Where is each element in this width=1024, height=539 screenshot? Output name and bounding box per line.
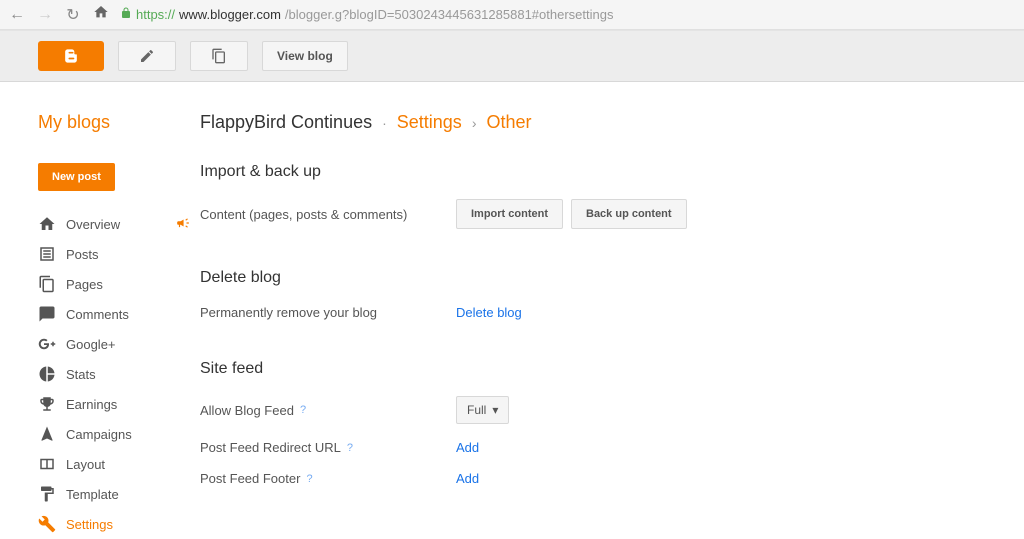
top-toolbar: View blog xyxy=(0,30,1024,82)
my-blogs-link[interactable]: My blogs xyxy=(38,112,200,133)
section-title: Delete blog xyxy=(200,269,984,287)
sidebar-item-label: Overview xyxy=(66,217,120,232)
announce-icon xyxy=(176,216,190,233)
earnings-icon xyxy=(38,395,56,413)
sidebar-item-label: Google+ xyxy=(66,337,116,352)
sidebar-item-label: Earnings xyxy=(66,397,117,412)
redirect-url-add-link[interactable]: Add xyxy=(456,440,479,455)
forward-button[interactable]: → xyxy=(36,6,54,24)
layout-icon xyxy=(38,455,56,473)
back-button[interactable]: ← xyxy=(8,6,26,24)
reload-button[interactable]: ↻ xyxy=(64,5,82,25)
google-plus-icon xyxy=(38,335,56,353)
stats-icon xyxy=(38,365,56,383)
breadcrumb-blog-name: FlappyBird Continues xyxy=(200,112,372,133)
sidebar-item-label: Pages xyxy=(66,277,103,292)
content: Import & back up Content (pages, posts &… xyxy=(200,133,1024,539)
browser-bar: ← → ↻ https:// www.blogger.com/blogger.g?… xyxy=(0,0,1024,30)
delete-label: Permanently remove your blog xyxy=(200,305,456,320)
import-content-button[interactable]: Import content xyxy=(456,199,563,229)
url-bar[interactable]: https:// www.blogger.com/blogger.g?blogID… xyxy=(120,7,1016,22)
sidebar-item-label: Campaigns xyxy=(66,427,132,442)
section-title: Import & back up xyxy=(200,163,984,181)
sidebar: New post Overview Posts Pages Comments xyxy=(0,133,200,539)
home-button[interactable] xyxy=(92,4,110,25)
feed-footer-add-link[interactable]: Add xyxy=(456,471,479,486)
redirect-url-label: Post Feed Redirect URL xyxy=(200,440,341,455)
sidebar-item-label: Settings xyxy=(66,517,113,532)
settings-icon xyxy=(38,515,56,533)
lock-icon xyxy=(120,7,132,22)
sidebar-item-label: Comments xyxy=(66,307,129,322)
sidebar-item-label: Posts xyxy=(66,247,99,262)
posts-list-button[interactable] xyxy=(190,41,248,71)
section-import-backup: Import & back up Content (pages, posts &… xyxy=(200,163,984,229)
section-delete-blog: Delete blog Permanently remove your blog… xyxy=(200,269,984,320)
allow-feed-label: Allow Blog Feed xyxy=(200,403,294,418)
feed-footer-label: Post Feed Footer xyxy=(200,471,300,486)
sidebar-item-overview[interactable]: Overview xyxy=(38,209,200,239)
chevron-down-icon: ▾ xyxy=(492,403,498,417)
content-label: Content (pages, posts & comments) xyxy=(200,207,456,222)
sidebar-item-stats[interactable]: Stats xyxy=(38,359,200,389)
posts-icon xyxy=(38,245,56,263)
breadcrumb: FlappyBird Continues · Settings › Other xyxy=(200,112,532,133)
sidebar-item-template[interactable]: Template xyxy=(38,479,200,509)
section-title: Site feed xyxy=(200,360,984,378)
sidebar-item-layout[interactable]: Layout xyxy=(38,449,200,479)
sidebar-item-pages[interactable]: Pages xyxy=(38,269,200,299)
sidebar-item-label: Template xyxy=(66,487,119,502)
section-site-feed: Site feed Allow Blog Feed ? Full ▾ Post … xyxy=(200,360,984,486)
pages-icon xyxy=(38,275,56,293)
campaigns-icon xyxy=(38,425,56,443)
sidebar-item-earnings[interactable]: Earnings xyxy=(38,389,200,419)
help-icon[interactable]: ? xyxy=(347,442,353,454)
sidebar-item-google-plus[interactable]: Google+ xyxy=(38,329,200,359)
comments-icon xyxy=(38,305,56,323)
breadcrumb-subsection[interactable]: Other xyxy=(486,112,531,133)
home-icon xyxy=(38,215,56,233)
new-post-button[interactable]: New post xyxy=(38,163,115,191)
blogger-logo[interactable] xyxy=(38,41,104,71)
sidebar-item-comments[interactable]: Comments xyxy=(38,299,200,329)
sidebar-item-posts[interactable]: Posts xyxy=(38,239,200,269)
help-icon[interactable]: ? xyxy=(300,404,306,416)
allow-feed-dropdown[interactable]: Full ▾ xyxy=(456,396,509,424)
backup-content-button[interactable]: Back up content xyxy=(571,199,687,229)
url-domain: www.blogger.com xyxy=(179,7,281,22)
url-protocol: https:// xyxy=(136,7,175,22)
sidebar-item-label: Stats xyxy=(66,367,96,382)
view-blog-button[interactable]: View blog xyxy=(262,41,348,71)
delete-blog-link[interactable]: Delete blog xyxy=(456,305,522,320)
sidebar-item-campaigns[interactable]: Campaigns xyxy=(38,419,200,449)
create-post-button[interactable] xyxy=(118,41,176,71)
breadcrumb-section[interactable]: Settings xyxy=(397,112,462,133)
sidebar-item-label: Layout xyxy=(66,457,105,472)
sidebar-item-settings[interactable]: Settings xyxy=(38,509,200,539)
help-icon[interactable]: ? xyxy=(306,473,312,485)
template-icon xyxy=(38,485,56,503)
url-path: /blogger.g?blogID=5030243445631285881#ot… xyxy=(285,7,614,22)
